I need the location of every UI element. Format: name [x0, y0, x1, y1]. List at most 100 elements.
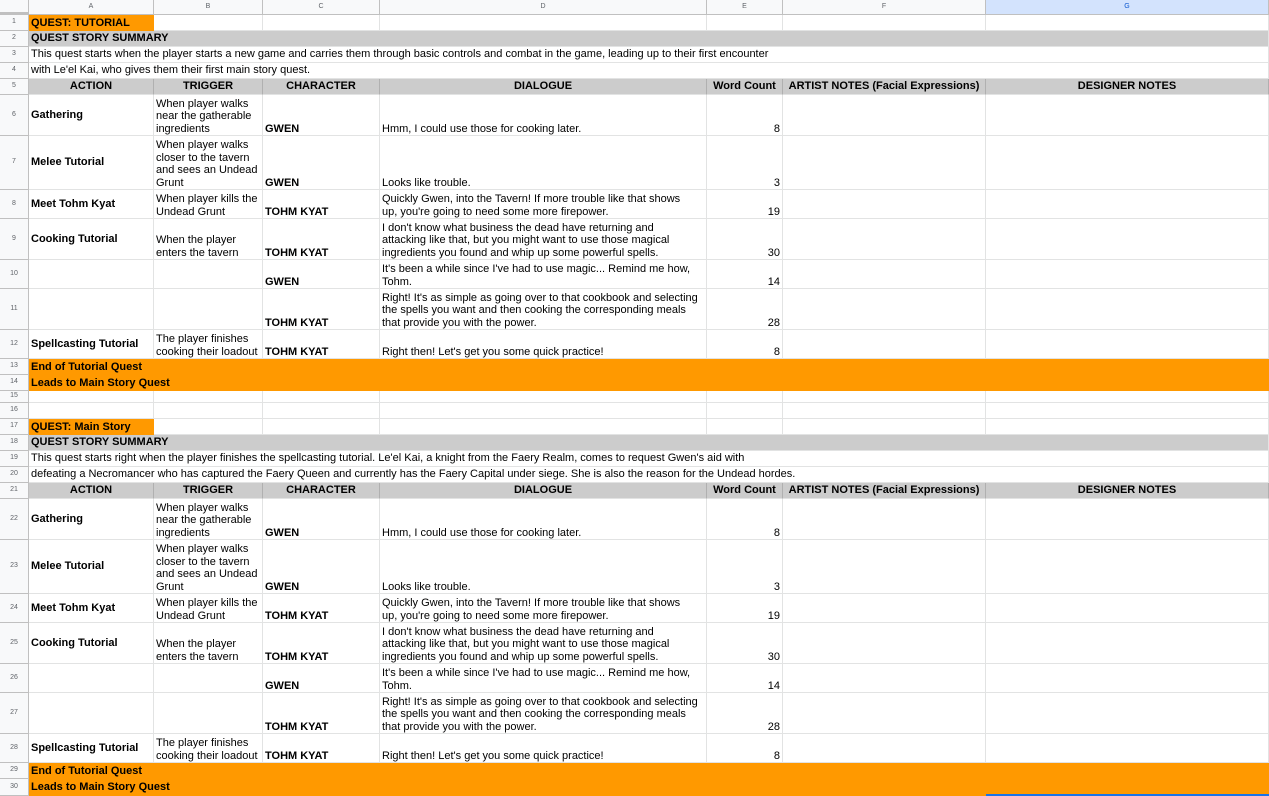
designer-notes-cell[interactable]: [986, 136, 1269, 190]
quest-leads-label[interactable]: Leads to Main Story Quest: [29, 375, 1269, 391]
empty-cell[interactable]: [263, 419, 380, 435]
artist-notes-cell[interactable]: [783, 330, 986, 359]
word-count-cell[interactable]: 30: [707, 623, 783, 664]
designer-notes-cell[interactable]: [986, 499, 1269, 540]
action-cell[interactable]: Gathering: [29, 95, 154, 136]
artist-notes-cell[interactable]: [783, 693, 986, 734]
quest-title[interactable]: QUEST: TUTORIAL: [29, 15, 154, 31]
row-number[interactable]: 24: [0, 594, 29, 623]
column-title[interactable]: CHARACTER: [263, 79, 380, 95]
empty-cell[interactable]: [986, 419, 1269, 435]
artist-notes-cell[interactable]: [783, 136, 986, 190]
quest-title[interactable]: QUEST: Main Story: [29, 419, 154, 435]
word-count-cell[interactable]: 8: [707, 330, 783, 359]
artist-notes-cell[interactable]: [783, 219, 986, 260]
artist-notes-cell[interactable]: [783, 594, 986, 623]
character-cell[interactable]: GWEN: [263, 95, 380, 136]
trigger-cell[interactable]: When player walks near the gatherable in…: [154, 95, 263, 136]
empty-cell[interactable]: [29, 391, 154, 403]
action-cell[interactable]: Melee Tutorial: [29, 136, 154, 190]
trigger-cell[interactable]: When player walks closer to the tavern a…: [154, 136, 263, 190]
quest-end-label[interactable]: End of Tutorial Quest: [29, 359, 1269, 375]
character-cell[interactable]: TOHM KYAT: [263, 594, 380, 623]
designer-notes-cell[interactable]: [986, 693, 1269, 734]
empty-cell[interactable]: [380, 15, 707, 31]
action-cell[interactable]: [29, 693, 154, 734]
artist-notes-cell[interactable]: [783, 540, 986, 594]
row-number[interactable]: 2: [0, 31, 29, 47]
column-title[interactable]: DESIGNER NOTES: [986, 483, 1269, 499]
empty-cell[interactable]: [707, 419, 783, 435]
row-number[interactable]: 1: [0, 15, 29, 31]
column-header-a[interactable]: A: [29, 0, 154, 15]
column-title[interactable]: DESIGNER NOTES: [986, 79, 1269, 95]
word-count-cell[interactable]: 8: [707, 95, 783, 136]
character-cell[interactable]: TOHM KYAT: [263, 190, 380, 219]
empty-cell[interactable]: [707, 15, 783, 31]
dialogue-cell[interactable]: Looks like trouble.: [380, 136, 707, 190]
quest-summary-text[interactable]: with Le'el Kai, who gives them their fir…: [29, 63, 1269, 79]
artist-notes-cell[interactable]: [783, 190, 986, 219]
character-cell[interactable]: GWEN: [263, 136, 380, 190]
designer-notes-cell[interactable]: [986, 623, 1269, 664]
dialogue-cell[interactable]: Right then! Let's get you some quick pra…: [380, 734, 707, 763]
column-title[interactable]: CHARACTER: [263, 483, 380, 499]
column-title[interactable]: DIALOGUE: [380, 79, 707, 95]
word-count-cell[interactable]: 28: [707, 693, 783, 734]
trigger-cell[interactable]: When player kills the Undead Grunt: [154, 594, 263, 623]
action-cell[interactable]: Meet Tohm Kyat: [29, 594, 154, 623]
word-count-cell[interactable]: 3: [707, 136, 783, 190]
empty-cell[interactable]: [783, 15, 986, 31]
dialogue-cell[interactable]: Quickly Gwen, into the Tavern! If more t…: [380, 594, 707, 623]
dialogue-cell[interactable]: It's been a while since I've had to use …: [380, 260, 707, 289]
quest-summary-text[interactable]: defeating a Necromancer who has captured…: [29, 467, 1269, 483]
quest-summary-heading[interactable]: QUEST STORY SUMMARY: [29, 31, 1269, 47]
designer-notes-cell[interactable]: [986, 594, 1269, 623]
character-cell[interactable]: TOHM KYAT: [263, 623, 380, 664]
row-number[interactable]: 30: [0, 779, 29, 796]
quest-summary-heading[interactable]: QUEST STORY SUMMARY: [29, 435, 1269, 451]
action-cell[interactable]: Meet Tohm Kyat: [29, 190, 154, 219]
empty-cell[interactable]: [380, 403, 707, 419]
column-title[interactable]: Word Count: [707, 79, 783, 95]
row-number[interactable]: 22: [0, 499, 29, 540]
action-cell[interactable]: Spellcasting Tutorial: [29, 734, 154, 763]
trigger-cell[interactable]: When player walks near the gatherable in…: [154, 499, 263, 540]
action-cell[interactable]: [29, 260, 154, 289]
trigger-cell[interactable]: [154, 260, 263, 289]
dialogue-cell[interactable]: It's been a while since I've had to use …: [380, 664, 707, 693]
empty-cell[interactable]: [986, 391, 1269, 403]
trigger-cell[interactable]: [154, 289, 263, 330]
empty-cell[interactable]: [986, 15, 1269, 31]
character-cell[interactable]: GWEN: [263, 540, 380, 594]
row-number[interactable]: 16: [0, 403, 29, 419]
word-count-cell[interactable]: 19: [707, 190, 783, 219]
word-count-cell[interactable]: 14: [707, 260, 783, 289]
empty-cell[interactable]: [29, 403, 154, 419]
artist-notes-cell[interactable]: [783, 499, 986, 540]
designer-notes-cell[interactable]: [986, 289, 1269, 330]
column-title[interactable]: TRIGGER: [154, 483, 263, 499]
character-cell[interactable]: TOHM KYAT: [263, 219, 380, 260]
column-header-g[interactable]: G: [986, 0, 1269, 15]
artist-notes-cell[interactable]: [783, 664, 986, 693]
action-cell[interactable]: Cooking Tutorial: [29, 623, 154, 664]
row-number[interactable]: 27: [0, 693, 29, 734]
column-header-e[interactable]: E: [707, 0, 783, 15]
row-number[interactable]: 9: [0, 219, 29, 260]
artist-notes-cell[interactable]: [783, 734, 986, 763]
action-cell[interactable]: [29, 289, 154, 330]
artist-notes-cell[interactable]: [783, 623, 986, 664]
character-cell[interactable]: TOHM KYAT: [263, 289, 380, 330]
row-number[interactable]: 8: [0, 190, 29, 219]
column-title[interactable]: Word Count: [707, 483, 783, 499]
character-cell[interactable]: GWEN: [263, 664, 380, 693]
dialogue-cell[interactable]: I don't know what business the dead have…: [380, 219, 707, 260]
column-title[interactable]: ACTION: [29, 79, 154, 95]
dialogue-cell[interactable]: Looks like trouble.: [380, 540, 707, 594]
trigger-cell[interactable]: [154, 693, 263, 734]
character-cell[interactable]: TOHM KYAT: [263, 330, 380, 359]
word-count-cell[interactable]: 14: [707, 664, 783, 693]
designer-notes-cell[interactable]: [986, 540, 1269, 594]
row-number[interactable]: 13: [0, 359, 29, 375]
